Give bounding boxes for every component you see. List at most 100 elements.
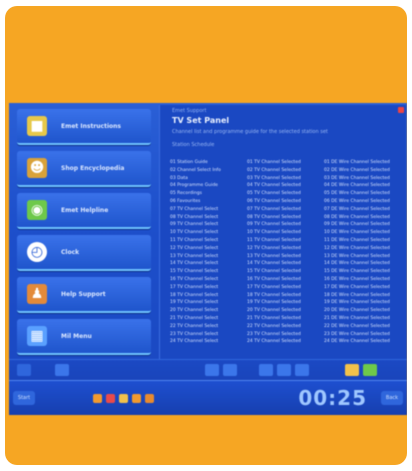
table-cell: 22 TV Channel Selected [247,323,301,329]
close-icon[interactable] [398,107,404,113]
table-cell: 18 TV Channel Selected [247,292,301,298]
table-cell: 16 TV Channel Selected [247,276,301,282]
table-cell: 19 TV Channel Selected [247,300,301,306]
sidebar-item-label: Emet Instructions [61,122,121,130]
table-cell: 13 DE Wire Channel Selected [324,253,390,259]
table-row[interactable]: 19 TV Channel Select 19 TV Channel Select… [170,299,402,307]
table-row[interactable]: 03 Data 03 TV Channel Selected 03 DE Wire … [170,175,402,183]
table-row[interactable]: 08 TV Channel Select 08 TV Channel Select… [170,214,402,222]
tray-icon[interactable] [119,394,128,403]
table-row[interactable]: 13 TV Channel Select 13 TV Channel Select… [170,253,402,261]
list-button[interactable] [55,364,69,376]
table-cell: 17 TV Channel Select [170,284,219,290]
book-icon: ■ [27,116,47,136]
sidebar-item-label: Emet Helpline [61,206,109,214]
content-panel: Emet Support TV Set Panel Channel list a… [159,105,406,360]
table-cell: 23 DE Wire Channel Selected [324,331,390,337]
table-cell: 17 DE Wire Channel Selected [324,284,390,290]
table-cell: 20 DE Wire Channel Selected [324,308,390,314]
people-icon: ☻ [27,158,47,178]
table-row[interactable]: 15 TV Channel Select 15 TV Channel Select… [170,268,402,276]
table-cell: 04 TV Channel Selected [247,183,301,189]
sidebar-item-label: Help Support [61,290,106,298]
globe-icon: ◉ [27,200,47,220]
tray-icon[interactable] [145,394,154,403]
table-cell: 04 Programme Guide [170,183,218,189]
table-row[interactable]: 05 Recordings 05 TV Channel Selected 05 DE… [170,190,402,198]
table-cell: 23 TV Channel Select [170,331,219,337]
table-cell: 14 TV Channel Selected [247,261,301,267]
table-cell: 18 DE Wire Channel Selected [324,292,390,298]
table-row[interactable]: 04 Programme Guide 04 TV Channel Selected… [170,182,402,190]
sidebar-item-encyclopedia[interactable]: ☻ Shop Encyclopedia [17,151,151,187]
table-cell: 18 TV Channel Select [170,292,219,298]
table-row[interactable]: 21 TV Channel Select 21 TV Channel Select… [170,315,402,323]
start-button[interactable]: Start [13,391,35,405]
person-button[interactable] [363,364,377,376]
table-row[interactable]: 17 TV Channel Select 17 TV Channel Select… [170,284,402,292]
tray-icon[interactable] [132,394,141,403]
star-button[interactable] [345,364,359,376]
status-bar: Start 00:25 Back [9,380,407,415]
table-row[interactable]: 22 TV Channel Select 22 TV Channel Select… [170,323,402,331]
fit-button[interactable] [295,364,309,376]
table-row[interactable]: 20 TV Channel Select 20 TV Channel Select… [170,307,402,315]
next-button[interactable] [223,364,237,376]
table-cell: 07 DE Wire Channel Selected [324,206,390,212]
tray-icon[interactable] [93,394,102,403]
zoom-in-button[interactable] [277,364,291,376]
table-cell: 17 TV Channel Selected [247,284,301,290]
prev-button[interactable] [205,364,219,376]
table-row[interactable]: 06 Favourites 06 TV Channel Selected 06 DE… [170,198,402,206]
table-cell: 03 DE Wire Channel Selected [324,175,390,181]
table-cell: 15 DE Wire Channel Selected [324,269,390,275]
table-cell: 08 TV Channel Selected [247,214,301,220]
table-cell: 03 TV Channel Selected [247,175,301,181]
table-row[interactable]: 12 TV Channel Select 12 TV Channel Select… [170,245,402,253]
table-row[interactable]: 23 TV Channel Select 23 TV Channel Select… [170,331,402,339]
menu-button[interactable] [17,364,31,376]
table-row[interactable]: 16 TV Channel Select 16 TV Channel Select… [170,276,402,284]
table-cell: 12 TV Channel Select [170,245,219,251]
table-row[interactable]: 07 TV Channel Select 07 TV Channel Select… [170,206,402,214]
table-cell: 02 TV Channel Selected [247,167,301,173]
sidebar-item-clock[interactable]: ◴ Clock [17,235,151,271]
table-cell: 20 TV Channel Selected [247,308,301,314]
sidebar-item-label: Mil Menu [61,332,92,340]
person-icon: ♟ [27,284,47,304]
table-cell: 13 TV Channel Selected [247,253,301,259]
sidebar-item-support[interactable]: ♟ Help Support [17,277,151,313]
table-row[interactable]: 14 TV Channel Select 14 TV Channel Select… [170,260,402,268]
sidebar-item-instructions[interactable]: ■ Emet Instructions [17,109,151,145]
table-cell: 21 TV Channel Selected [247,315,301,321]
table-cell: 01 DE Wire Channel Selected [324,160,390,165]
sidebar-item-helpline[interactable]: ◉ Emet Helpline [17,193,151,229]
tray-icons [93,394,154,403]
table-cell: 11 DE Wire Channel Selected [324,237,390,243]
table-row[interactable]: 02 Channel Select Info 02 TV Channel Sele… [170,167,402,175]
table-row[interactable]: 09 TV Channel Select 09 TV Channel Select… [170,221,402,229]
table-row[interactable]: 11 TV Channel Select 11 TV Channel Select… [170,237,402,245]
table-cell: 11 TV Channel Select [170,237,219,243]
table-row[interactable]: 18 TV Channel Select 18 TV Channel Select… [170,292,402,300]
table-cell: 06 TV Channel Selected [247,198,301,204]
table-row[interactable]: 10 TV Channel Select 10 TV Channel Select… [170,229,402,237]
tray-icon[interactable] [106,394,115,403]
device-frame: ■ Emet Instructions ☻ Shop Encyclopedia … [5,6,407,465]
back-button[interactable]: Back [381,391,403,405]
table-cell: 06 Favourites [170,198,201,204]
table-cell: 08 DE Wire Channel Selected [324,214,390,220]
table-cell: 24 DE Wire Channel Selected [324,339,390,345]
table-cell: 07 TV Channel Selected [247,206,301,212]
zoom-out-button[interactable] [259,364,273,376]
sidebar-item-label: Shop Encyclopedia [61,164,125,172]
page-subtitle: Channel list and programme guide for the… [172,129,328,135]
table-row[interactable]: 24 TV Channel Select 24 TV Channel Select… [170,338,402,346]
sidebar-item-label: Clock [61,248,80,256]
sidebar-item-menu[interactable]: ▦ Mil Menu [17,319,151,355]
table-cell: 21 TV Channel Select [170,315,219,321]
table-cell: 03 Data [170,175,188,181]
table-row[interactable]: 01 Station Guide 01 TV Channel Selected 01… [170,159,402,167]
table-cell: 10 TV Channel Select [170,230,219,236]
table-cell: 14 TV Channel Select [170,261,219,267]
